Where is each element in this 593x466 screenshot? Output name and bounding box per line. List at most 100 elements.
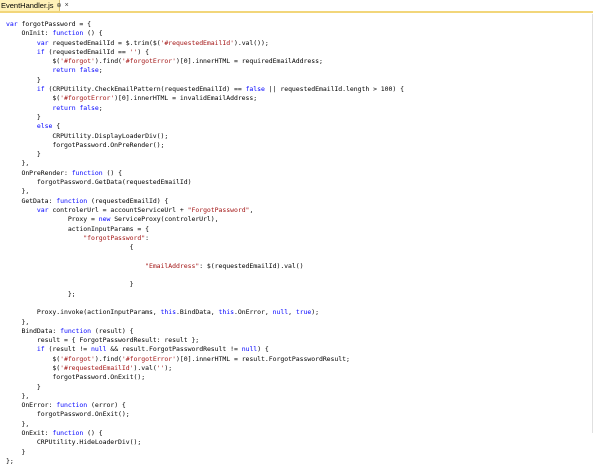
code-line: forgotPassword.GetData(requestedEmailId) [6,178,404,187]
code-line: actionInputParams = { [6,225,404,234]
tab-filename: EventHandler.js [1,1,54,10]
code-line: }; [6,290,404,299]
code-line: OnError: function (error) { [6,401,404,410]
code-text: $( [6,57,61,66]
code-line: }, [6,392,404,401]
code-text: OnExit: [6,429,53,438]
code-text-area[interactable]: var forgotPassword = { OnInit: function … [6,20,404,466]
code-keyword: true [295,308,312,317]
code-text: )[0].innerHTML = requiredEmailAddress; [176,57,323,66]
code-text: ) { [137,47,149,56]
code-text: ).val()); [233,38,269,47]
code-text: ) { [257,345,269,354]
code-line: }, [6,159,404,168]
code-keyword: null [272,308,289,317]
code-text: Proxy = [6,215,99,224]
code-text: } [6,75,41,84]
code-line: } [6,280,404,289]
code-line: CRPUtility.DisplayLoaderDiv(); [6,132,404,141]
code-line: if (CRPUtility.CheckEmailPattern(request… [6,85,404,94]
code-text: (CRPUtility.CheckEmailPattern(requestedE… [44,85,246,94]
code-text: OnPreRender: [6,168,72,177]
code-line: } [6,383,404,392]
code-keyword: new [98,215,111,224]
code-keyword: function [60,326,92,335]
code-line: return false; [6,66,404,75]
code-text: } [6,150,41,159]
code-text: }; [6,289,76,298]
code-keyword: else [36,122,53,131]
code-text: && result.ForgotPasswordResult != [106,345,242,354]
code-string: '#forgotError' [121,354,177,363]
code-text: CRPUtility.DisplayLoaderDiv(); [6,131,169,140]
code-text: (error) { [87,401,126,410]
code-text: forgotPassword.OnPreRender(); [6,140,165,149]
code-text: (result != [44,345,92,354]
code-line: BindData: function (result) { [6,327,404,336]
code-string: '#requestedEmailId' [160,38,234,47]
code-line: Proxy = new ServiceProxy(controlerUrl), [6,215,404,224]
code-text: ); [164,363,173,372]
code-keyword: return false [52,66,99,75]
code-text: } [6,382,41,391]
code-line: }, [6,318,404,327]
code-string: "EmailAddress" [145,261,200,270]
code-text: OnInit: [6,29,53,38]
code-line: OnExit: function () { [6,429,404,438]
code-line: } [6,448,404,457]
code-text: }, [6,317,30,326]
code-string: '#requestedEmailId' [60,363,134,372]
code-text: controlerUrl = accountServiceUrl + [48,205,188,214]
code-line: if (result != null && result.ForgotPassw… [6,345,404,354]
code-editor[interactable]: var forgotPassword = { OnInit: function … [0,14,593,465]
code-keyword: null [241,345,258,354]
code-text: }, [6,419,30,428]
code-text: () { [83,429,103,438]
code-line: { [6,243,404,252]
code-text: }, [6,187,30,196]
code-text: forgotPassword.OnExit(); [6,373,146,382]
code-text: } [6,112,41,121]
code-string: '#forgotError' [60,94,115,103]
code-line: $('#forgot').find('#forgotError')[0].inn… [6,57,404,66]
code-text: $( [6,94,61,103]
code-text: ).val( [133,363,157,372]
code-text: requestedEmailId = $.trim($( [48,38,161,47]
code-text: forgotPassword.GetData(requestedEmailId) [6,178,192,187]
close-icon[interactable]: × [65,2,69,9]
code-line: "forgotPassword": [6,234,404,243]
pin-icon[interactable]: ⊕ [57,2,62,9]
code-keyword: var [6,20,18,28]
code-line: } [6,113,404,122]
code-text: (requestedEmailId) { [87,196,169,205]
code-line: $('#requestedEmailId').val(''); [6,364,404,373]
code-text: result = { ForgotPasswordResult: result … [6,336,200,345]
code-text: { [6,243,134,252]
code-line: result = { ForgotPasswordResult: result … [6,336,404,345]
code-line: forgotPassword.OnExit(); [6,410,404,419]
code-text: } [6,447,26,456]
code-text: )[0].innerHTML = result.ForgotPasswordRe… [176,354,350,363]
code-text: ).find( [94,57,122,66]
code-line: CRPUtility.HideLoaderDiv(); [6,438,404,447]
code-string: '#forgot' [60,57,95,66]
code-string: "forgotPassword" [83,233,146,242]
code-text: CRPUtility.HideLoaderDiv(); [6,438,142,447]
code-text: ).find( [94,354,122,363]
code-line: } [6,76,404,85]
code-text: (result) { [91,326,134,335]
code-text: }; [6,456,14,465]
code-text: || requestedEmailId.length > 100) { [264,85,404,94]
code-line: var forgotPassword = { [6,20,404,29]
code-keyword: function [52,429,84,438]
code-keyword: if [36,47,45,56]
document-tab[interactable]: EventHandler.js ⊕ × [0,0,69,11]
code-line: }, [6,420,404,429]
code-string: "ForgotPassword" [187,205,250,214]
